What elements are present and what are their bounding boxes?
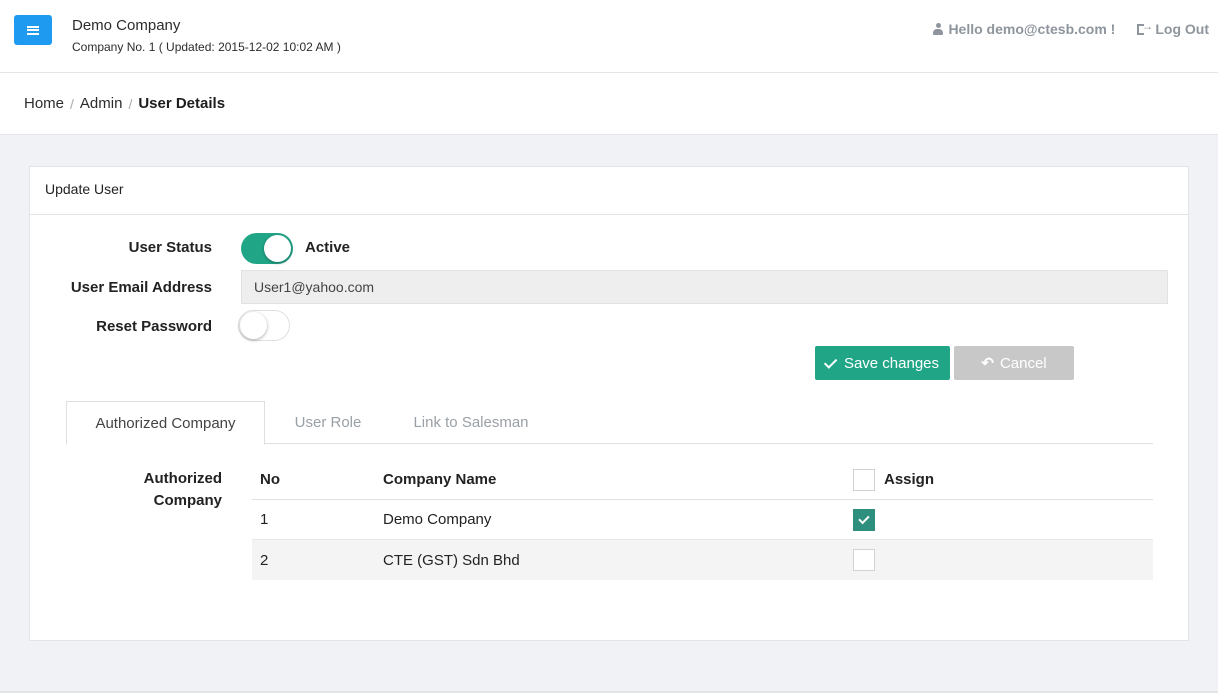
- save-button[interactable]: Save changes: [815, 346, 950, 380]
- assign-checkbox[interactable]: [853, 509, 875, 531]
- email-field[interactable]: [241, 270, 1168, 304]
- update-user-card: Update User User Status Active User Emai…: [29, 166, 1189, 641]
- breadcrumb-separator: /: [70, 95, 74, 112]
- reset-password-toggle[interactable]: [238, 310, 290, 341]
- reset-password-label: Reset Password: [96, 318, 212, 335]
- cancel-button[interactable]: ↶ Cancel: [954, 346, 1074, 380]
- save-label: Save changes: [843, 354, 940, 372]
- breadcrumb: Home / Admin / User Details: [24, 95, 225, 112]
- company-name: Demo Company: [72, 17, 181, 34]
- tab-user-role[interactable]: User Role: [276, 401, 380, 444]
- column-header-no: No: [260, 470, 280, 488]
- column-header-assign: Assign: [884, 470, 935, 488]
- user-status-text: Active: [305, 239, 351, 256]
- row-no: 1: [260, 511, 269, 528]
- toggle-knob: [240, 312, 267, 339]
- cancel-label: Cancel: [999, 354, 1047, 372]
- row-company-name: CTE (GST) Sdn Bhd: [383, 551, 520, 569]
- select-all-checkbox[interactable]: [853, 469, 875, 491]
- assign-checkbox[interactable]: [853, 549, 875, 571]
- authorized-company-label: Authorized Company: [143, 470, 222, 509]
- logout-label: Log Out: [1155, 21, 1209, 37]
- card-title: Update User: [30, 167, 1188, 215]
- user-status-toggle[interactable]: [241, 233, 293, 264]
- select-all-checkbox-wrap: [853, 469, 875, 491]
- user-menu: Hello demo@ctesb.com ! Log Out: [933, 19, 1209, 37]
- logout-icon: [1137, 19, 1153, 35]
- row-company-name: Demo Company: [383, 511, 492, 528]
- logout-link[interactable]: Log Out: [1137, 19, 1209, 37]
- company-subtitle: Company No. 1 ( Updated: 2015-12-02 10:0…: [72, 40, 341, 54]
- email-label: User Email Address: [70, 279, 212, 296]
- tab-authorized-company[interactable]: Authorized Company: [66, 401, 265, 445]
- row-no: 2: [260, 551, 269, 569]
- tab-label: Link to Salesman: [413, 414, 529, 431]
- tab-label: User Role: [294, 414, 362, 431]
- check-icon: [823, 354, 838, 369]
- user-greeting[interactable]: Hello demo@ctesb.com !: [933, 21, 1115, 37]
- top-bar: Demo Company Company No. 1 ( Updated: 20…: [0, 0, 1218, 73]
- menu-toggle-button[interactable]: [14, 15, 52, 45]
- hamburger-icon: [27, 25, 39, 35]
- user-icon: [933, 23, 944, 35]
- user-greeting-text: Hello demo@ctesb.com !: [948, 21, 1116, 37]
- assign-checkbox-wrap: [853, 509, 875, 531]
- breadcrumb-admin[interactable]: Admin: [80, 95, 123, 112]
- assign-checkbox-wrap: [853, 549, 875, 571]
- breadcrumb-bar: Home / Admin / User Details: [0, 73, 1218, 135]
- table-row: 2 CTE (GST) Sdn Bhd: [252, 540, 1153, 580]
- breadcrumb-current: User Details: [138, 95, 226, 112]
- column-header-company-name: Company Name: [383, 470, 497, 488]
- table-header-row: No Company Name Assign: [252, 459, 1153, 500]
- undo-icon: ↶: [981, 355, 994, 372]
- tab-bar: Authorized Company User Role Link to Sal…: [66, 401, 1153, 445]
- breadcrumb-home[interactable]: Home: [24, 95, 64, 112]
- tab-label: Authorized Company: [95, 414, 236, 432]
- breadcrumb-separator: /: [128, 95, 133, 112]
- toggle-knob: [264, 235, 291, 262]
- tab-link-to-salesman[interactable]: Link to Salesman: [396, 401, 546, 444]
- user-status-label: User Status: [128, 239, 212, 256]
- company-table: No Company Name Assign 1 Demo Company 2 …: [252, 459, 1153, 580]
- check-icon: [858, 512, 870, 525]
- table-row: 1 Demo Company: [252, 500, 1153, 540]
